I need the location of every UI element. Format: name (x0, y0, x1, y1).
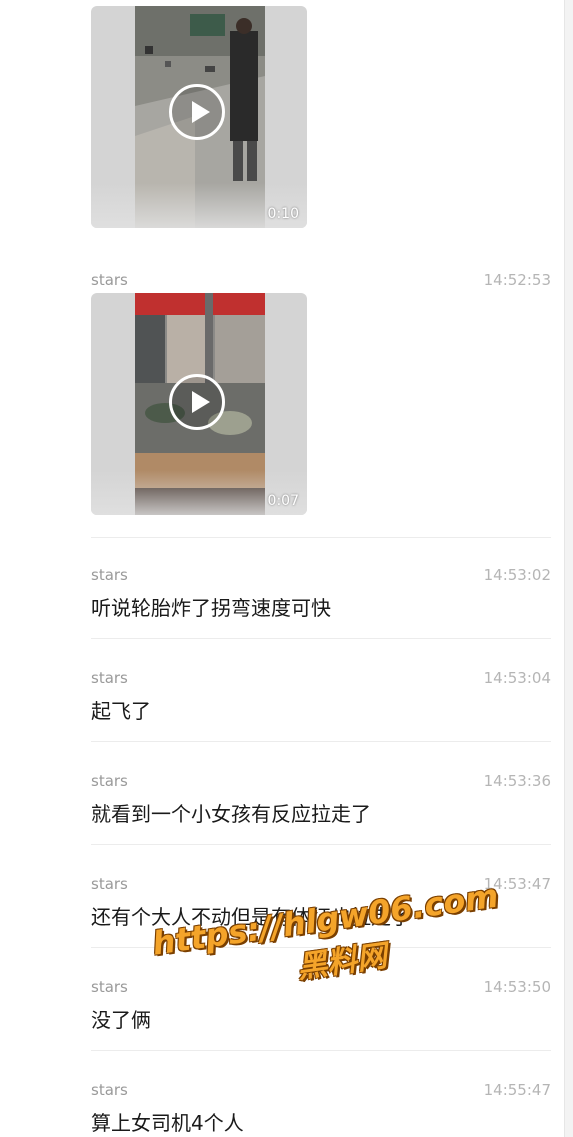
message-item[interactable]: stars 14:53:02 听说轮胎炸了拐弯速度可快 (91, 566, 551, 626)
video-message[interactable]: 0:10 (91, 6, 307, 228)
message-text: 起飞了 (91, 699, 151, 723)
message-time: 14:53:04 (483, 669, 551, 687)
divider (91, 638, 551, 639)
sender-name: stars (91, 1081, 128, 1099)
message-time: 14:53:02 (483, 566, 551, 584)
message-item[interactable]: stars 14:53:36 就看到一个小女孩有反应拉走了 (91, 772, 551, 832)
message-header: stars 14:52:53 (91, 271, 551, 291)
divider (91, 741, 551, 742)
sender-name: stars (91, 271, 128, 289)
divider (91, 1050, 551, 1051)
message-time: 14:55:47 (483, 1081, 551, 1099)
message-time: 14:53:36 (483, 772, 551, 790)
message-time: 14:52:53 (483, 271, 551, 289)
message-text: 就看到一个小女孩有反应拉走了 (91, 802, 371, 826)
scrollbar-track[interactable] (564, 0, 573, 1137)
sender-name: stars (91, 978, 128, 996)
message-text: 没了俩 (91, 1008, 151, 1032)
message-item[interactable]: stars 14:55:47 算上女司机4个人 (91, 1081, 551, 1137)
divider (91, 844, 551, 845)
sender-name: stars (91, 669, 128, 687)
sender-name: stars (91, 772, 128, 790)
play-icon[interactable] (169, 84, 225, 140)
sender-name: stars (91, 875, 128, 893)
play-icon[interactable] (169, 374, 225, 430)
message-text: 算上女司机4个人 (91, 1111, 244, 1135)
divider (91, 537, 551, 538)
video-duration: 0:07 (267, 493, 299, 509)
video-message[interactable]: 0:07 (91, 293, 307, 515)
message-item[interactable]: stars 14:53:04 起飞了 (91, 669, 551, 729)
video-duration: 0:10 (267, 206, 299, 222)
message-text: 听说轮胎炸了拐弯速度可快 (91, 596, 331, 620)
sender-name: stars (91, 566, 128, 584)
